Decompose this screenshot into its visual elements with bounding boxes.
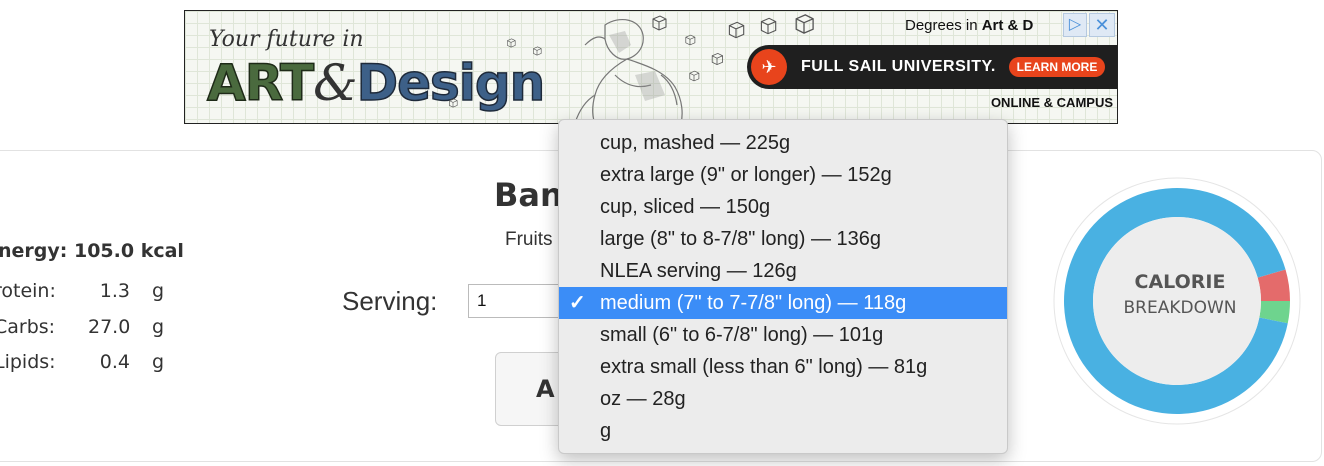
cube-icon bbox=[507, 38, 516, 48]
serving-quantity-input[interactable] bbox=[468, 284, 560, 318]
calorie-label-line1: CALORIE bbox=[1134, 271, 1226, 293]
checkmark-icon: ✓ bbox=[569, 292, 586, 314]
cube-icon bbox=[652, 15, 667, 31]
close-icon[interactable]: ✕ bbox=[1089, 13, 1115, 37]
cube-icon bbox=[760, 17, 777, 35]
plane-icon: ✈ bbox=[751, 49, 787, 85]
cube-icon bbox=[728, 21, 745, 39]
nutrient-unit: g bbox=[152, 316, 165, 338]
ad-banner[interactable]: Your future in ART&Design Degrees in Art… bbox=[184, 10, 1118, 124]
dropdown-option-label: extra large (9" or longer) — 152g bbox=[600, 164, 892, 186]
dropdown-option[interactable]: g bbox=[559, 415, 1007, 447]
nutrient-unit: g bbox=[152, 351, 165, 373]
nutrient-unit: g bbox=[152, 280, 165, 302]
dropdown-option[interactable]: oz — 28g bbox=[559, 383, 1007, 415]
dropdown-option-label: NLEA serving — 126g bbox=[600, 260, 797, 282]
cube-icon bbox=[711, 52, 723, 66]
dropdown-option[interactable]: ✓ medium (7" to 7-7/8" long) — 118g bbox=[559, 287, 1007, 319]
adchoices-icon[interactable]: ▷ bbox=[1063, 13, 1087, 37]
ad-school-name: FULL SAIL UNIVERSITY. bbox=[801, 58, 996, 75]
nutrient-value: 27.0 bbox=[88, 316, 131, 338]
serving-size-dropdown[interactable]: cup, mashed — 225g extra large (9" or lon… bbox=[558, 119, 1008, 454]
dropdown-option[interactable]: NLEA serving — 126g bbox=[559, 255, 1007, 287]
ad-degrees-text: Degrees in Art & D bbox=[905, 17, 1034, 34]
food-category: Fruits bbox=[505, 229, 553, 250]
dropdown-option[interactable]: cup, mashed — 225g bbox=[559, 127, 1007, 159]
dropdown-option[interactable]: cup, sliced — 150g bbox=[559, 191, 1007, 223]
cube-icon bbox=[685, 34, 696, 46]
cube-icon bbox=[795, 14, 814, 34]
ad-tagline: Your future in bbox=[209, 27, 364, 52]
ad-delivery-text: ONLINE & CAMPUS bbox=[990, 95, 1113, 110]
dropdown-option-label: cup, mashed — 225g bbox=[600, 132, 791, 154]
nutrient-value: 1.3 bbox=[99, 280, 130, 302]
dropdown-option-label: small (6" to 6-7/8" long) — 101g bbox=[600, 324, 884, 346]
food-title: Ban bbox=[494, 176, 563, 214]
cube-icon bbox=[449, 98, 458, 108]
ad-headline-amp: & bbox=[313, 54, 358, 112]
dropdown-option[interactable]: extra small (less than 6" long) — 81g bbox=[559, 351, 1007, 383]
nutrient-label: rotein: bbox=[0, 280, 56, 302]
learn-more-button[interactable]: LEARN MORE bbox=[1009, 57, 1105, 77]
calorie-label-line2: BREAKDOWN bbox=[1123, 298, 1237, 318]
cube-icon bbox=[533, 46, 542, 56]
ad-fullsail-bar[interactable]: ✈ FULL SAIL UNIVERSITY. LEARN MORE bbox=[747, 45, 1117, 89]
ad-headline-art: ART bbox=[206, 53, 315, 113]
dropdown-option-label: large (8" to 8-7/8" long) — 136g bbox=[600, 228, 882, 250]
dropdown-option-label: g bbox=[600, 420, 612, 442]
nutrient-label: Lipids: bbox=[0, 351, 56, 373]
dropdown-option-label: oz — 28g bbox=[600, 388, 686, 410]
dropdown-option[interactable]: large (8" to 8-7/8" long) — 136g bbox=[559, 223, 1007, 255]
energy-value: nergy: 105.0 kcal bbox=[0, 240, 184, 262]
nutrient-label: Carbs: bbox=[0, 316, 56, 338]
dropdown-option-label: medium (7" to 7-7/8" long) — 118g bbox=[600, 292, 907, 314]
dropdown-option[interactable]: extra large (9" or longer) — 152g bbox=[559, 159, 1007, 191]
ad-headline: ART&Design bbox=[206, 53, 546, 113]
nutrient-value: 0.4 bbox=[99, 351, 130, 373]
dropdown-option-label: cup, sliced — 150g bbox=[600, 196, 771, 218]
dropdown-option-label: extra small (less than 6" long) — 81g bbox=[600, 356, 928, 378]
dropdown-option[interactable]: small (6" to 6-7/8" long) — 101g bbox=[559, 319, 1007, 351]
cube-icon bbox=[689, 70, 700, 82]
serving-label: Serving: bbox=[342, 286, 438, 316]
